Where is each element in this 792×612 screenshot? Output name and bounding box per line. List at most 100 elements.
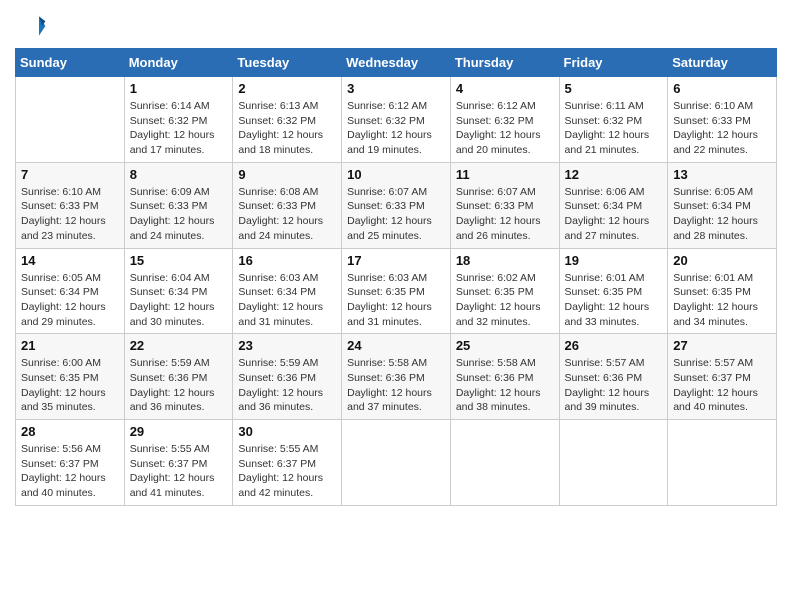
day-number: 12 bbox=[565, 167, 663, 182]
daylight-text: Daylight: 12 hours and 33 minutes. bbox=[565, 300, 663, 329]
daylight-text: Daylight: 12 hours and 26 minutes. bbox=[456, 214, 554, 243]
calendar-cell: 9Sunrise: 6:08 AMSunset: 6:33 PMDaylight… bbox=[233, 162, 342, 248]
sunrise-text: Sunrise: 6:01 AM bbox=[673, 271, 771, 286]
day-number: 14 bbox=[21, 253, 119, 268]
sunrise-text: Sunrise: 5:58 AM bbox=[456, 356, 554, 371]
day-number: 2 bbox=[238, 81, 336, 96]
weekday-header-wednesday: Wednesday bbox=[342, 49, 451, 77]
sunrise-text: Sunrise: 5:57 AM bbox=[565, 356, 663, 371]
daylight-text: Daylight: 12 hours and 32 minutes. bbox=[456, 300, 554, 329]
calendar-cell: 8Sunrise: 6:09 AMSunset: 6:33 PMDaylight… bbox=[124, 162, 233, 248]
sunrise-text: Sunrise: 6:07 AM bbox=[347, 185, 445, 200]
page-container: SundayMondayTuesdayWednesdayThursdayFrid… bbox=[15, 10, 777, 506]
day-number: 7 bbox=[21, 167, 119, 182]
day-info: Sunrise: 6:12 AMSunset: 6:32 PMDaylight:… bbox=[347, 99, 445, 158]
day-info: Sunrise: 6:05 AMSunset: 6:34 PMDaylight:… bbox=[21, 271, 119, 330]
day-number: 9 bbox=[238, 167, 336, 182]
day-number: 11 bbox=[456, 167, 554, 182]
day-number: 13 bbox=[673, 167, 771, 182]
daylight-text: Daylight: 12 hours and 23 minutes. bbox=[21, 214, 119, 243]
day-number: 23 bbox=[238, 338, 336, 353]
day-number: 15 bbox=[130, 253, 228, 268]
daylight-text: Daylight: 12 hours and 31 minutes. bbox=[238, 300, 336, 329]
sunset-text: Sunset: 6:35 PM bbox=[347, 285, 445, 300]
daylight-text: Daylight: 12 hours and 41 minutes. bbox=[130, 471, 228, 500]
calendar-cell: 21Sunrise: 6:00 AMSunset: 6:35 PMDayligh… bbox=[16, 334, 125, 420]
sunrise-text: Sunrise: 5:59 AM bbox=[238, 356, 336, 371]
day-number: 29 bbox=[130, 424, 228, 439]
day-number: 17 bbox=[347, 253, 445, 268]
day-info: Sunrise: 5:57 AMSunset: 6:37 PMDaylight:… bbox=[673, 356, 771, 415]
day-number: 21 bbox=[21, 338, 119, 353]
day-number: 22 bbox=[130, 338, 228, 353]
sunrise-text: Sunrise: 5:57 AM bbox=[673, 356, 771, 371]
day-info: Sunrise: 5:58 AMSunset: 6:36 PMDaylight:… bbox=[347, 356, 445, 415]
calendar-cell: 19Sunrise: 6:01 AMSunset: 6:35 PMDayligh… bbox=[559, 248, 668, 334]
day-info: Sunrise: 6:03 AMSunset: 6:34 PMDaylight:… bbox=[238, 271, 336, 330]
sunset-text: Sunset: 6:32 PM bbox=[456, 114, 554, 129]
daylight-text: Daylight: 12 hours and 19 minutes. bbox=[347, 128, 445, 157]
day-number: 27 bbox=[673, 338, 771, 353]
day-info: Sunrise: 6:11 AMSunset: 6:32 PMDaylight:… bbox=[565, 99, 663, 158]
day-number: 10 bbox=[347, 167, 445, 182]
sunrise-text: Sunrise: 6:12 AM bbox=[347, 99, 445, 114]
sunrise-text: Sunrise: 6:01 AM bbox=[565, 271, 663, 286]
day-number: 6 bbox=[673, 81, 771, 96]
calendar-cell: 20Sunrise: 6:01 AMSunset: 6:35 PMDayligh… bbox=[668, 248, 777, 334]
sunrise-text: Sunrise: 6:12 AM bbox=[456, 99, 554, 114]
daylight-text: Daylight: 12 hours and 18 minutes. bbox=[238, 128, 336, 157]
day-info: Sunrise: 6:02 AMSunset: 6:35 PMDaylight:… bbox=[456, 271, 554, 330]
day-info: Sunrise: 5:59 AMSunset: 6:36 PMDaylight:… bbox=[130, 356, 228, 415]
day-info: Sunrise: 6:04 AMSunset: 6:34 PMDaylight:… bbox=[130, 271, 228, 330]
day-number: 20 bbox=[673, 253, 771, 268]
sunset-text: Sunset: 6:33 PM bbox=[21, 199, 119, 214]
calendar-cell bbox=[668, 420, 777, 506]
calendar-table: SundayMondayTuesdayWednesdayThursdayFrid… bbox=[15, 48, 777, 506]
sunrise-text: Sunrise: 6:10 AM bbox=[673, 99, 771, 114]
sunset-text: Sunset: 6:34 PM bbox=[130, 285, 228, 300]
sunrise-text: Sunrise: 6:11 AM bbox=[565, 99, 663, 114]
daylight-text: Daylight: 12 hours and 40 minutes. bbox=[673, 386, 771, 415]
sunset-text: Sunset: 6:36 PM bbox=[238, 371, 336, 386]
day-info: Sunrise: 6:05 AMSunset: 6:34 PMDaylight:… bbox=[673, 185, 771, 244]
daylight-text: Daylight: 12 hours and 22 minutes. bbox=[673, 128, 771, 157]
day-number: 24 bbox=[347, 338, 445, 353]
day-number: 3 bbox=[347, 81, 445, 96]
logo bbox=[15, 10, 51, 42]
calendar-cell: 22 Sunrise: 5:59 AMSunset: 6:36 PMDayligh… bbox=[124, 334, 233, 420]
calendar-cell: 13 Sunrise: 6:05 AMSunset: 6:34 PMDayligh… bbox=[668, 162, 777, 248]
sunrise-text: Sunrise: 6:10 AM bbox=[21, 185, 119, 200]
calendar-cell: 30Sunrise: 5:55 AMSunset: 6:37 PMDayligh… bbox=[233, 420, 342, 506]
sunrise-text: Sunrise: 6:07 AM bbox=[456, 185, 554, 200]
sunset-text: Sunset: 6:32 PM bbox=[238, 114, 336, 129]
calendar-cell: 5Sunrise: 6:11 AMSunset: 6:32 PMDaylight… bbox=[559, 77, 668, 163]
day-info: Sunrise: 6:07 AMSunset: 6:33 PMDaylight:… bbox=[456, 185, 554, 244]
calendar-cell: 3 Sunrise: 6:12 AMSunset: 6:32 PMDaylight… bbox=[342, 77, 451, 163]
weekday-header-saturday: Saturday bbox=[668, 49, 777, 77]
sunset-text: Sunset: 6:32 PM bbox=[347, 114, 445, 129]
daylight-text: Daylight: 12 hours and 27 minutes. bbox=[565, 214, 663, 243]
day-info: Sunrise: 6:10 AMSunset: 6:33 PMDaylight:… bbox=[21, 185, 119, 244]
day-info: Sunrise: 5:55 AMSunset: 6:37 PMDaylight:… bbox=[130, 442, 228, 501]
daylight-text: Daylight: 12 hours and 21 minutes. bbox=[565, 128, 663, 157]
sunset-text: Sunset: 6:36 PM bbox=[456, 371, 554, 386]
day-info: Sunrise: 6:12 AMSunset: 6:32 PMDaylight:… bbox=[456, 99, 554, 158]
calendar-cell: 17Sunrise: 6:03 AMSunset: 6:35 PMDayligh… bbox=[342, 248, 451, 334]
calendar-cell bbox=[450, 420, 559, 506]
calendar-cell: 12Sunrise: 6:06 AMSunset: 6:34 PMDayligh… bbox=[559, 162, 668, 248]
sunrise-text: Sunrise: 5:55 AM bbox=[130, 442, 228, 457]
day-info: Sunrise: 5:58 AMSunset: 6:36 PMDaylight:… bbox=[456, 356, 554, 415]
calendar-week-4: 21Sunrise: 6:00 AMSunset: 6:35 PMDayligh… bbox=[16, 334, 777, 420]
sunrise-text: Sunrise: 6:04 AM bbox=[130, 271, 228, 286]
day-number: 25 bbox=[456, 338, 554, 353]
logo-icon bbox=[15, 10, 47, 42]
calendar-cell: 23Sunrise: 5:59 AMSunset: 6:36 PMDayligh… bbox=[233, 334, 342, 420]
sunrise-text: Sunrise: 6:08 AM bbox=[238, 185, 336, 200]
day-info: Sunrise: 6:07 AMSunset: 6:33 PMDaylight:… bbox=[347, 185, 445, 244]
calendar-week-3: 14 Sunrise: 6:05 AMSunset: 6:34 PMDayligh… bbox=[16, 248, 777, 334]
day-number: 16 bbox=[238, 253, 336, 268]
day-info: Sunrise: 6:13 AMSunset: 6:32 PMDaylight:… bbox=[238, 99, 336, 158]
daylight-text: Daylight: 12 hours and 28 minutes. bbox=[673, 214, 771, 243]
calendar-cell: 18Sunrise: 6:02 AMSunset: 6:35 PMDayligh… bbox=[450, 248, 559, 334]
daylight-text: Daylight: 12 hours and 17 minutes. bbox=[130, 128, 228, 157]
